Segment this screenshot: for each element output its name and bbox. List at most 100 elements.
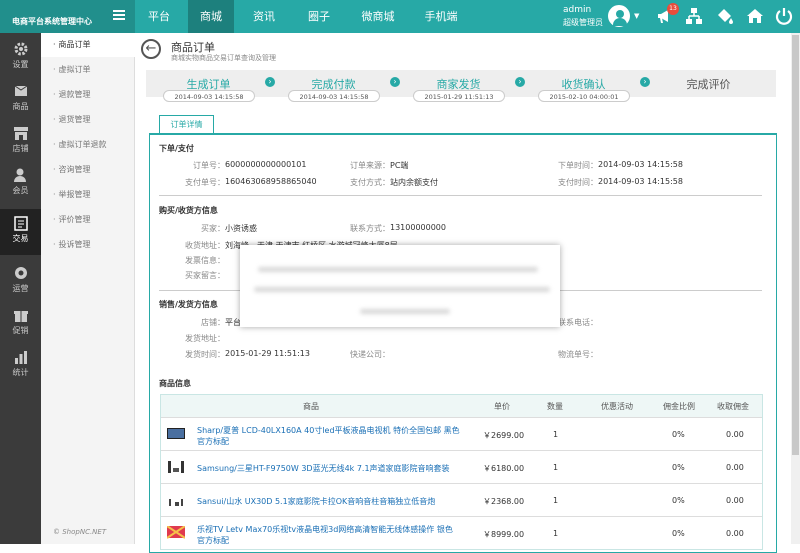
invoice-label: 发票信息： xyxy=(185,256,225,265)
unit-price: ￥2699.00 xyxy=(483,431,525,440)
step-time: 2015-02-10 04:00:01 xyxy=(538,90,630,102)
arrow-right-icon: › xyxy=(265,77,275,87)
home-icon[interactable] xyxy=(746,7,764,25)
sidebar-item-promotion[interactable]: 促销 xyxy=(0,301,41,341)
quantity: 1 xyxy=(553,430,559,439)
pay-time-label: 支付时间： xyxy=(558,178,598,187)
subnav-item-returns[interactable]: 退货管理 xyxy=(41,108,135,132)
brand-name: 电商平台系统管理中心 xyxy=(12,17,92,26)
sidebar-item-members[interactable]: 会员 xyxy=(0,161,41,201)
sidebar-item-settings[interactable]: 设置 xyxy=(0,35,41,75)
bar-chart-icon xyxy=(14,351,27,364)
column-header: 数量 xyxy=(547,402,563,411)
section-title: 商品信息 xyxy=(159,379,191,388)
sidebar-item-trade[interactable]: 交易 xyxy=(0,209,41,255)
pay-method-label: 支付方式： xyxy=(350,178,390,187)
product-name-link[interactable]: Samsung/三星HT-F9750W 3D蓝光无线4k 7.1声道家庭影院音响… xyxy=(197,463,462,474)
subnav-item-reports[interactable]: 举报管理 xyxy=(41,183,135,207)
quantity: 1 xyxy=(553,463,559,472)
source: PC端 xyxy=(390,161,409,170)
subnav-item-complaints[interactable]: 投诉管理 xyxy=(41,233,135,257)
product-name-link[interactable]: 乐视TV Letv Max70乐视tv液晶电视3d网络高清智能无线体感操作 银色… xyxy=(197,524,462,546)
back-arrow-icon[interactable]: ← xyxy=(141,39,161,59)
paint-bucket-icon[interactable] xyxy=(716,7,734,25)
pay-no-label: 支付单号： xyxy=(185,178,225,187)
product-thumbnail[interactable] xyxy=(167,493,185,507)
nav-tab-news[interactable]: 资讯 xyxy=(245,0,283,33)
admin-name[interactable]: admin xyxy=(563,5,591,15)
sidebar-item-label: 店铺 xyxy=(12,144,29,153)
chevron-down-icon[interactable]: ▼ xyxy=(634,12,639,20)
nav-tab-micro-mall[interactable]: 微商城 xyxy=(355,0,401,33)
copyright: © ShopNC.NET xyxy=(53,528,107,536)
commission-amount: 0.00 xyxy=(726,463,744,472)
power-icon[interactable] xyxy=(775,7,793,25)
blurred-overlay xyxy=(240,245,560,327)
nav-tab-circle[interactable]: 圈子 xyxy=(300,0,338,33)
column-header: 佣金比例 xyxy=(663,402,695,411)
menu-toggle-icon[interactable] xyxy=(113,10,125,20)
subnav-item-goods-orders[interactable]: 商品订单 xyxy=(41,33,135,57)
table-row: Sharp/夏普 LCD-40LX160A 40寸led平板液晶电视机 特价全国… xyxy=(161,417,762,450)
subnav-item-virtual-refunds[interactable]: 虚拟订单退款 xyxy=(41,133,135,157)
sidebar-item-label: 促销 xyxy=(12,326,29,335)
message-label: 买家留言： xyxy=(185,271,225,280)
contact: 13100000000 xyxy=(390,223,446,232)
subnav-item-virtual-orders[interactable]: 虚拟订单 xyxy=(41,58,135,82)
sidebar-item-store[interactable]: 店铺 xyxy=(0,119,41,159)
shop-label: 店铺： xyxy=(201,318,225,327)
commission-rate: 0% xyxy=(672,529,685,538)
tab-order-detail[interactable]: 订单详情 xyxy=(159,115,214,133)
sub-nav: 商品订单 虚拟订单 退款管理 退货管理 虚拟订单退款 咨询管理 举报管理 评价管… xyxy=(41,33,135,544)
ship-address-label: 发货地址： xyxy=(185,334,225,343)
step-time: 2015-01-29 11:51:13 xyxy=(413,90,505,102)
address-label: 收货地址： xyxy=(185,241,225,250)
divider xyxy=(159,195,762,196)
column-header: 商品 xyxy=(303,402,319,411)
sidebar-item-label: 商品 xyxy=(12,102,29,111)
unit-price: ￥6180.00 xyxy=(483,464,525,473)
order-no-label: 订单号： xyxy=(193,161,225,170)
table-header: 商品 单价 数量 优惠活动 佣金比例 收取佣金 xyxy=(161,395,762,417)
step-time: 2014-09-03 14:15:58 xyxy=(288,90,380,102)
arrow-right-icon: › xyxy=(390,77,400,87)
order-no: 6000000000000101 xyxy=(225,160,307,169)
user-icon xyxy=(13,168,26,182)
section-title: 购买/收货方信息 xyxy=(159,206,218,215)
buyer-label: 买家： xyxy=(201,224,225,233)
subnav-item-consultations[interactable]: 咨询管理 xyxy=(41,158,135,182)
unit-price: ￥8999.00 xyxy=(483,530,525,539)
sitemap-icon[interactable] xyxy=(685,7,703,25)
sidebar-item-goods[interactable]: 商品 xyxy=(0,77,41,117)
gear-icon xyxy=(14,42,27,56)
quantity: 1 xyxy=(553,529,559,538)
column-header: 优惠活动 xyxy=(601,402,633,411)
ship-time: 2015-01-29 11:51:13 xyxy=(225,349,310,358)
sidebar: 设置 商品 店铺 会员 交易 运营 促销 统计 xyxy=(0,33,41,544)
nav-tab-mobile[interactable]: 手机端 xyxy=(418,0,464,33)
product-name-link[interactable]: Sharp/夏普 LCD-40LX160A 40寸led平板液晶电视机 特价全国… xyxy=(197,425,462,447)
sidebar-item-statistics[interactable]: 统计 xyxy=(0,343,41,383)
unit-price: ￥2368.00 xyxy=(483,497,525,506)
store-icon xyxy=(13,127,28,140)
pay-no: 160463068958865040 xyxy=(225,177,317,186)
subnav-item-reviews[interactable]: 评价管理 xyxy=(41,208,135,232)
order-time: 2014-09-03 14:15:58 xyxy=(598,160,683,169)
sidebar-item-label: 会员 xyxy=(12,186,29,195)
product-thumbnail[interactable] xyxy=(167,460,185,474)
commission-rate: 0% xyxy=(672,496,685,505)
product-thumbnail[interactable] xyxy=(167,526,185,540)
product-name-link[interactable]: Sansui/山水 UX30D 5.1家庭影院卡拉OK音响音柱音箱独立低音炮 xyxy=(197,496,462,507)
step-reviewed: 完成评价 xyxy=(686,78,731,91)
nav-tab-platform[interactable]: 平台 xyxy=(142,0,176,33)
avatar[interactable] xyxy=(608,5,630,27)
product-thumbnail[interactable] xyxy=(167,427,185,441)
quantity: 1 xyxy=(553,496,559,505)
nav-tab-mall[interactable]: 商城 xyxy=(188,0,234,33)
sidebar-item-operation[interactable]: 运营 xyxy=(0,259,41,299)
scrollbar[interactable] xyxy=(791,33,800,544)
contact-label: 联系方式： xyxy=(350,224,390,233)
section-title: 销售/发货方信息 xyxy=(159,300,218,309)
subnav-item-refunds[interactable]: 退款管理 xyxy=(41,83,135,107)
top-bar: 电商平台系统管理中心 平台 商城 资讯 圈子 微商城 手机端 admin 超级管… xyxy=(0,0,800,33)
